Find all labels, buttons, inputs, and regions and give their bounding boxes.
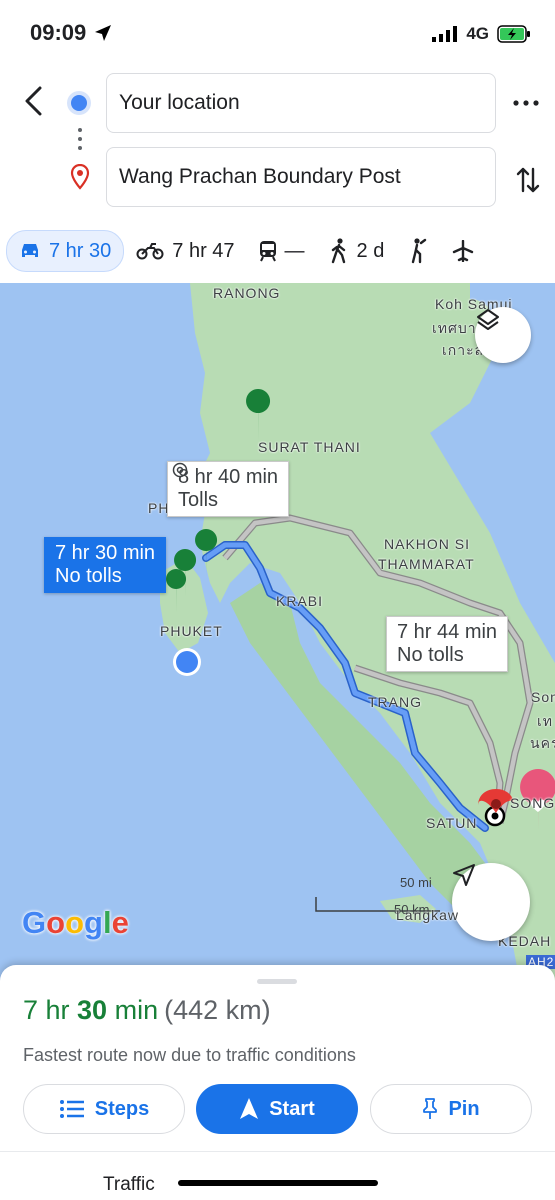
layers-button[interactable] [475, 307, 531, 363]
google-logo: Google [22, 905, 129, 940]
route-callout-duration: 7 hr 44 min [397, 621, 498, 643]
route-duration: 7 hr 30 min [23, 995, 159, 1025]
tab-transit[interactable]: — [247, 231, 317, 271]
route-callout-note: No tolls [55, 565, 122, 587]
map-label-koh-samui-th1: เทศบา [432, 320, 477, 336]
map-label-trang: TRANG [368, 694, 422, 710]
pin-label: Pin [448, 1097, 480, 1120]
route-callout-note: Tolls [178, 489, 219, 511]
scale-miles: 50 mi [400, 875, 432, 890]
network-type: 4G [466, 24, 489, 43]
route-summary: 7 hr 30 min (442 km) [23, 995, 271, 1026]
more-options-button[interactable] [506, 86, 546, 120]
back-button[interactable] [14, 80, 52, 122]
destination-input[interactable]: Wang Prachan Boundary Post [106, 147, 496, 207]
navigation-arrow-icon [453, 864, 475, 886]
sheet-drag-handle[interactable] [257, 979, 297, 984]
traffic-section-label: Traffic [103, 1174, 155, 1195]
tab-driving-label: 7 hr 30 [49, 239, 112, 262]
car-icon [22, 244, 38, 257]
tab-driving[interactable]: 7 hr 30 [6, 230, 125, 272]
route-callout-duration: 7 hr 30 min [55, 542, 156, 564]
route-reason: Fastest route now due to traffic conditi… [23, 1045, 356, 1065]
status-time: 09:09 [30, 20, 112, 46]
map-view[interactable]: RANONG Koh Samui เทศบา เกาะส SURAT THANI… [0, 283, 555, 983]
tab-walking[interactable]: 2 d [317, 231, 397, 271]
origin-input[interactable]: Your location [106, 73, 496, 133]
tab-transit-label: — [284, 239, 305, 262]
map-label-nakhon-si: NAKHON SI [384, 536, 471, 552]
swap-locations-button[interactable] [508, 160, 548, 200]
transit-icon [259, 241, 276, 262]
swap-vertical-icon [516, 167, 540, 193]
toll-icon [172, 462, 188, 478]
map-label-phuket: PHUKET [160, 623, 223, 639]
tab-ride[interactable] [396, 231, 440, 271]
travel-mode-tabs: 7 hr 30 7 hr 47 — 2 d [0, 227, 555, 275]
navigation-icon [240, 1098, 259, 1119]
arrow-back-icon [25, 86, 42, 116]
route-callout-selected[interactable]: 7 hr 30 min No tolls [44, 537, 167, 593]
walk-icon [331, 238, 345, 264]
flight-icon [453, 240, 474, 262]
status-indicators: 4G [432, 24, 531, 44]
map-label-ranong: RANONG [213, 285, 281, 301]
more-horizontal-icon [513, 100, 539, 106]
location-arrow-icon [95, 25, 112, 41]
tab-motorcycle-label: 7 hr 47 [172, 239, 235, 262]
pin-icon [423, 1098, 438, 1119]
steps-label: Steps [94, 1097, 150, 1120]
map-label-th-right1: เท [537, 713, 554, 729]
map-label-thammarat: THAMMARAT [378, 556, 475, 572]
route-callout-alt-2[interactable]: 7 hr 44 min No tolls [386, 616, 509, 672]
map-label-th-right2: นคร [530, 735, 555, 751]
sheet-divider [0, 1151, 555, 1152]
map-label-surat-thani: SURAT THANI [258, 439, 361, 455]
recenter-button[interactable] [452, 863, 530, 941]
map-label-langkawi: Langkaw [396, 907, 460, 923]
list-icon [59, 1100, 84, 1118]
start-navigation-button[interactable]: Start [196, 1084, 358, 1134]
tab-flights[interactable] [440, 231, 486, 271]
home-indicator[interactable] [178, 1180, 378, 1186]
map-label-satun: SATUN [426, 815, 478, 831]
tab-motorcycle[interactable]: 7 hr 47 [124, 231, 246, 271]
ride-icon [412, 238, 427, 264]
route-callout-duration: 8 hr 40 min [178, 466, 279, 488]
start-label: Start [269, 1097, 315, 1120]
route-details-sheet[interactable]: 7 hr 30 min (442 km) Fastest route now du… [0, 965, 555, 1200]
route-connector-dots [78, 128, 82, 155]
route-distance: (442 km) [164, 995, 271, 1025]
origin-dot-icon [71, 95, 87, 111]
layers-icon [477, 309, 499, 330]
map-label-son: Son [531, 689, 555, 705]
map-label-song: SONG [510, 795, 555, 811]
map-label-krabi: KRABI [276, 593, 324, 609]
motorcycle-icon [136, 243, 164, 260]
destination-pin-icon [70, 163, 90, 195]
signal-icon [432, 26, 458, 42]
route-callout-note: No tolls [397, 644, 464, 666]
route-callout-alt-1[interactable]: 8 hr 40 min Tolls [167, 461, 290, 517]
battery-charging-icon [497, 25, 530, 43]
pin-button[interactable]: Pin [370, 1084, 532, 1134]
steps-button[interactable]: Steps [23, 1084, 185, 1134]
tab-walking-label: 2 d [356, 239, 385, 262]
